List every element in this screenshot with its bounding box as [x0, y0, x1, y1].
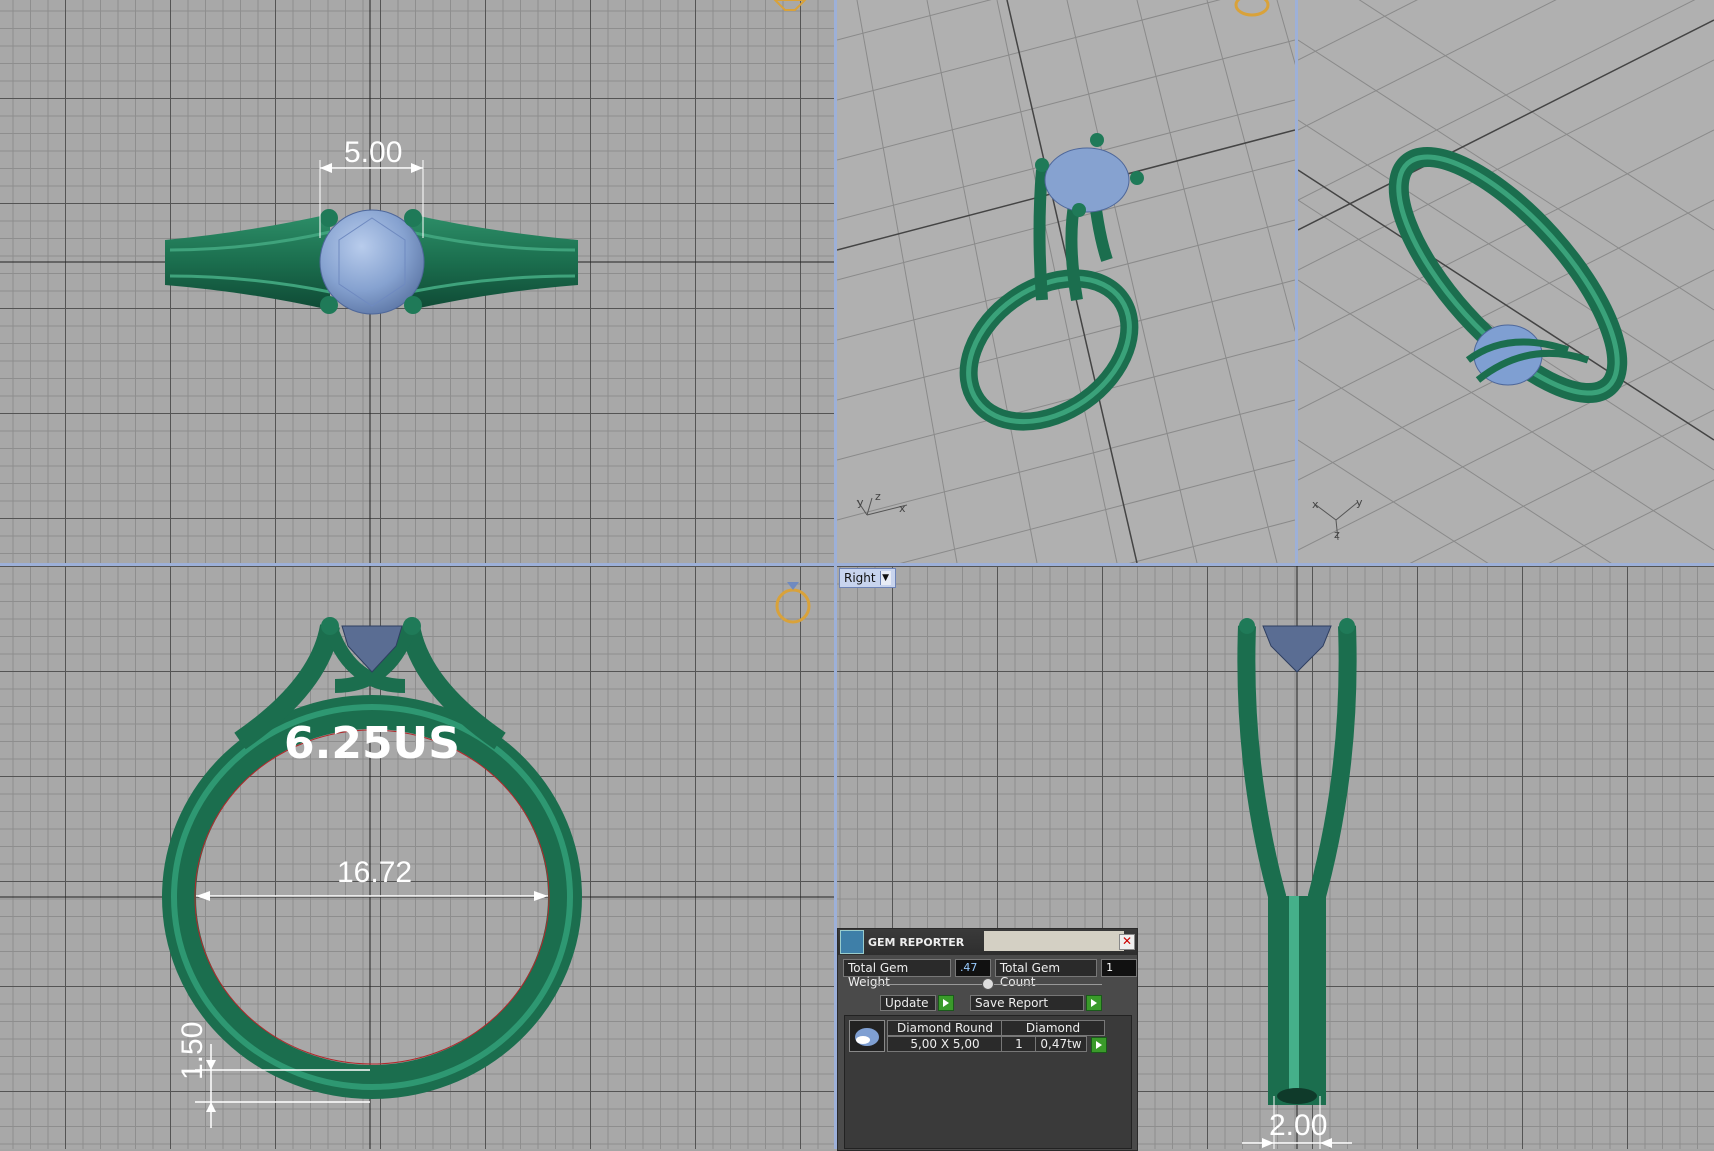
- gem-list[interactable]: Diamond Round Diamond 5,00 X 5,00 1 0,47…: [844, 1015, 1132, 1149]
- update-label: Update: [880, 995, 936, 1011]
- ring-orientation-icon: [773, 0, 807, 11]
- gem-count-cell: 1: [1001, 1036, 1037, 1052]
- gem-icon: [840, 930, 864, 954]
- axis-label: z: [875, 490, 881, 503]
- axis-label: z: [1334, 528, 1340, 541]
- ring-size-label: 6.25US: [284, 718, 460, 769]
- ring-orientation-icon: [775, 582, 811, 624]
- ring-orientation-icon: [1234, 0, 1270, 17]
- front-viewport[interactable]: 6.25US 16.72 1.50: [0, 566, 834, 1149]
- axis-label: y: [857, 496, 864, 509]
- play-icon[interactable]: [938, 995, 954, 1011]
- axis-label: x: [899, 502, 906, 515]
- gem-reporter-panel[interactable]: GEM REPORTER ✕ Total Gem Weight .47 Tota…: [837, 928, 1138, 1151]
- gem-reporter-title: GEM REPORTER: [868, 935, 965, 949]
- perspective-viewport-right[interactable]: x y z: [1298, 0, 1714, 563]
- top-viewport[interactable]: 5.00: [0, 0, 834, 563]
- band-width-label: 2.00: [1269, 1109, 1328, 1142]
- perspective-right-render: [1298, 0, 1714, 563]
- gem-size-cell: 5,00 X 5,00: [887, 1036, 1003, 1052]
- gem-weight-cell: 0,47tw: [1035, 1036, 1087, 1052]
- perspective-left-render: [837, 0, 1295, 563]
- update-button[interactable]: Update: [880, 995, 954, 1011]
- axis-label: x: [1312, 498, 1319, 511]
- inner-diameter-label: 16.72: [337, 856, 413, 889]
- front-ring-render: [0, 566, 834, 1149]
- band-height-label: 1.50: [176, 1021, 209, 1080]
- titlebar-grip[interactable]: [984, 931, 1124, 951]
- total-gem-count-label: Total Gem Count: [994, 959, 1098, 989]
- total-gem-weight-field[interactable]: .47: [954, 959, 991, 977]
- total-gem-count-field[interactable]: 1: [1101, 959, 1137, 977]
- play-icon[interactable]: [1091, 1037, 1107, 1053]
- gem-shape-cell: Diamond Round: [887, 1020, 1003, 1036]
- save-report-button[interactable]: Save Report: [970, 995, 1102, 1011]
- close-icon[interactable]: ✕: [1119, 934, 1135, 950]
- viewport-separator-vertical-top[interactable]: [1295, 0, 1298, 563]
- play-icon[interactable]: [1086, 995, 1102, 1011]
- gem-material-cell: Diamond: [1001, 1020, 1105, 1036]
- top-dimension-label: 5.00: [344, 136, 403, 169]
- perspective-viewport-left[interactable]: y z x: [837, 0, 1295, 563]
- axis-label: y: [1356, 496, 1363, 509]
- splitter-handle[interactable]: [982, 978, 994, 990]
- gem-icon: [849, 1020, 885, 1052]
- viewport-separator-horizontal[interactable]: [0, 563, 1714, 566]
- gem-reporter-titlebar[interactable]: GEM REPORTER ✕: [838, 929, 1137, 955]
- save-report-label: Save Report: [970, 995, 1084, 1011]
- total-gem-weight-label: Total Gem Weight: [843, 959, 951, 989]
- top-ring-render: [0, 0, 834, 563]
